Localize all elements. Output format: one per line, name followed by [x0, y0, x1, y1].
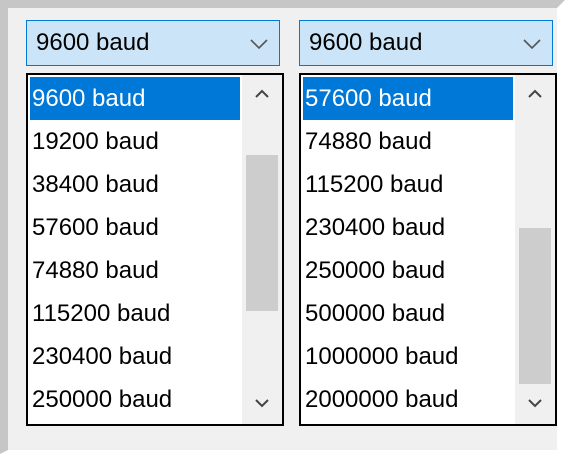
combo-value: 9600 baud: [309, 29, 423, 56]
option-item[interactable]: 74880 baud: [30, 249, 240, 292]
option-item[interactable]: 19200 baud: [30, 120, 240, 163]
chevron-down-icon: [528, 399, 542, 408]
baud-rate-combo-left[interactable]: 9600 baud: [26, 20, 280, 66]
option-item[interactable]: 250000 baud: [30, 378, 240, 421]
option-item[interactable]: 500000 baud: [303, 292, 513, 335]
combo-value: 9600 baud: [36, 29, 150, 56]
chevron-down-icon: [255, 399, 269, 408]
chevron-up-icon: [255, 89, 269, 98]
scrollbar-thumb[interactable]: [519, 228, 551, 384]
chevron-up-icon: [528, 89, 542, 98]
option-item[interactable]: 250000 baud: [303, 249, 513, 292]
option-item[interactable]: 1000000 baud: [303, 335, 513, 378]
baud-rate-dropdown-list-left[interactable]: 9600 baud 19200 baud 38400 baud 57600 ba…: [26, 73, 284, 426]
baud-rate-combo-right[interactable]: 9600 baud: [299, 20, 553, 66]
option-item[interactable]: 38400 baud: [30, 163, 240, 206]
option-item[interactable]: 57600 baud: [30, 206, 240, 249]
option-list: 9600 baud 19200 baud 38400 baud 57600 ba…: [30, 77, 240, 421]
scroll-down-button[interactable]: [515, 384, 555, 424]
baud-rate-dropdown-list-right[interactable]: 57600 baud 74880 baud 115200 baud 230400…: [299, 73, 557, 426]
option-item[interactable]: 115200 baud: [30, 292, 240, 335]
scroll-down-button[interactable]: [242, 384, 282, 424]
option-item[interactable]: 74880 baud: [303, 120, 513, 163]
option-item[interactable]: 57600 baud: [303, 77, 513, 120]
scroll-up-button[interactable]: [242, 75, 282, 115]
option-item[interactable]: 115200 baud: [303, 163, 513, 206]
option-item[interactable]: 2000000 baud: [303, 378, 513, 421]
chevron-down-icon[interactable]: [249, 37, 269, 51]
option-item[interactable]: 230400 baud: [303, 206, 513, 249]
vertical-scrollbar[interactable]: [515, 75, 555, 424]
scroll-up-button[interactable]: [515, 75, 555, 115]
option-list: 57600 baud 74880 baud 115200 baud 230400…: [303, 77, 513, 421]
option-item[interactable]: 9600 baud: [30, 77, 240, 120]
vertical-scrollbar[interactable]: [242, 75, 282, 424]
scrollbar-thumb[interactable]: [246, 155, 278, 311]
option-item[interactable]: 230400 baud: [30, 335, 240, 378]
chevron-down-icon[interactable]: [522, 37, 542, 51]
